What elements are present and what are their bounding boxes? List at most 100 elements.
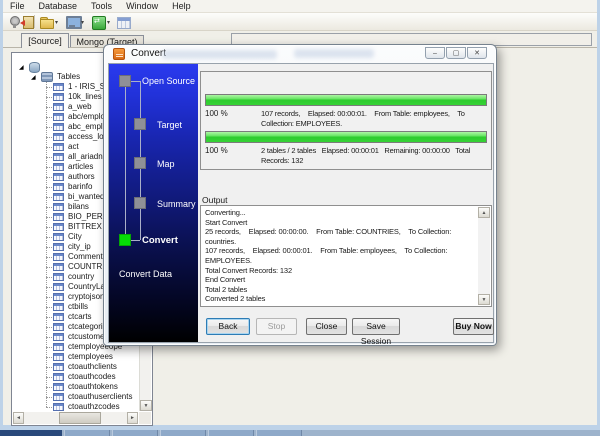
save-session-button[interactable]: Save Session [352,318,400,335]
step-marker-target [134,118,146,130]
output-line: Start Convert [205,218,475,228]
step-marker-map [134,157,146,169]
export-monitor-icon[interactable] [65,15,80,29]
table-icon [53,343,64,351]
tables-label: Tables [57,72,80,82]
back-button[interactable]: Back [206,318,250,335]
step-marker-convert-active [119,234,131,246]
chevron-down-icon[interactable]: ▾ [81,19,84,26]
progress-panel: 100 % 107 records, Elapsed: 00:00:01. Fr… [200,71,492,170]
output-scrollbar[interactable]: ▲ ▼ [478,207,490,305]
table-icon [53,163,64,171]
taskbar-start-area[interactable] [0,430,62,436]
menu-item[interactable]: Tools [84,0,119,13]
step-map: Map [157,159,175,169]
table-icon [53,143,64,151]
blurred-text [162,50,277,59]
table-icon [53,173,64,181]
scroll-left-icon[interactable]: ◄ [13,412,24,424]
output-label: Output [202,195,228,205]
taskbar-button[interactable] [256,430,302,436]
table-icon [53,383,64,391]
output-line: Total Convert Records: 132 [205,266,475,276]
scroll-right-icon[interactable]: ► [127,412,138,424]
table-icon [53,333,64,341]
table-icon [53,283,64,291]
taskbar-button[interactable] [112,430,158,436]
tree-horizontal-scrollbar[interactable]: ◄ ► [13,412,138,424]
menu-item[interactable]: Database [32,0,85,13]
step-target: Target [157,120,182,130]
taskbar-button[interactable] [64,430,110,436]
table-icon [53,243,64,251]
menu-item[interactable]: Window [119,0,165,13]
app-icon [113,48,125,60]
buy-now-button[interactable]: Buy Now [453,318,494,335]
menu-item[interactable]: Help [165,0,198,13]
table-icon [53,233,64,241]
table-icon [53,353,64,361]
stop-button[interactable]: Stop [256,318,297,335]
tree-item[interactable]: ctoauthuserclients [13,392,138,402]
disconnect-icon[interactable] [20,15,35,29]
close-button[interactable]: Close [306,318,347,335]
tree-item[interactable]: ctoauthzcodes [13,402,138,411]
maximize-button[interactable]: ▢ [446,47,466,59]
convert-green-icon[interactable] [91,15,106,29]
close-button[interactable]: ✕ [467,47,487,59]
table-icon [53,213,64,221]
convert-dialog: Convert –▢✕ Open Source Target Map Summa… [103,44,497,346]
table-icon [53,103,64,111]
menu-item[interactable]: File [3,0,32,13]
tree-item[interactable]: ctoauthcodes [13,372,138,382]
scrollbar-corner [139,412,151,424]
tree-item[interactable]: ctoauthclients [13,362,138,372]
output-line: Converting... [205,208,475,218]
step-marker-summary [134,197,146,209]
table-icon [53,223,64,231]
minimize-button[interactable]: – [425,47,445,59]
menu-bar: FileDatabaseToolsWindowHelp [3,0,597,13]
output-line: 25 records, Elapsed: 00:00:00. From Tabl… [205,227,475,246]
step-open-source: Open Source [142,76,195,86]
table-icon [53,83,64,91]
table-icon [53,153,64,161]
table-icon [53,293,64,301]
scroll-down-icon[interactable]: ▼ [140,400,152,411]
scroll-up-icon[interactable]: ▲ [478,207,490,218]
step-connector-line [131,240,140,241]
tab-source[interactable]: [Source] [21,33,69,48]
tree-item[interactable]: ctemployees [13,352,138,362]
tree-item[interactable]: ctoauthtokens [13,382,138,392]
convert-data-label: Convert Data [119,269,172,279]
total-progress-percent: 100 % [205,146,228,155]
chevron-down-icon[interactable]: ▾ [107,19,110,26]
step-connector-line [125,87,126,234]
table-icon [53,273,64,281]
dialog-title-bar[interactable]: Convert –▢✕ [104,45,496,63]
output-line: End Convert [205,275,475,285]
toolbar-separator [34,15,35,28]
table-icon [53,93,64,101]
output-textarea[interactable]: Converting...Start Convert25 records, El… [200,205,492,307]
table-grid-icon [116,15,131,29]
taskbar-button[interactable] [160,430,206,436]
table-icon [53,303,64,311]
chevron-down-icon[interactable]: ▾ [55,19,58,26]
open-folder-icon[interactable] [39,15,54,29]
taskbar-button[interactable] [208,430,254,436]
table-icon [53,253,64,261]
scroll-down-icon[interactable]: ▼ [478,294,490,305]
total-progress-bar [205,131,487,143]
wizard-steps-sidebar: Open Source Target Map Summary Convert C… [109,64,198,342]
output-line: 107 records, Elapsed: 00:00:01. From Tab… [205,246,475,265]
scrollbar-thumb[interactable] [59,412,101,424]
step-summary: Summary [157,199,196,209]
dialog-title: Convert [131,48,166,59]
toolbar: ▾ ▾ ▾ [3,13,597,31]
table-icon [53,393,64,401]
table-icon [53,203,64,211]
table-icon [53,403,64,411]
total-progress-text: 2 tables / 2 tables Elapsed: 00:00:01 Re… [261,146,489,165]
dialog-client-area: Open Source Target Map Summary Convert C… [108,63,494,343]
